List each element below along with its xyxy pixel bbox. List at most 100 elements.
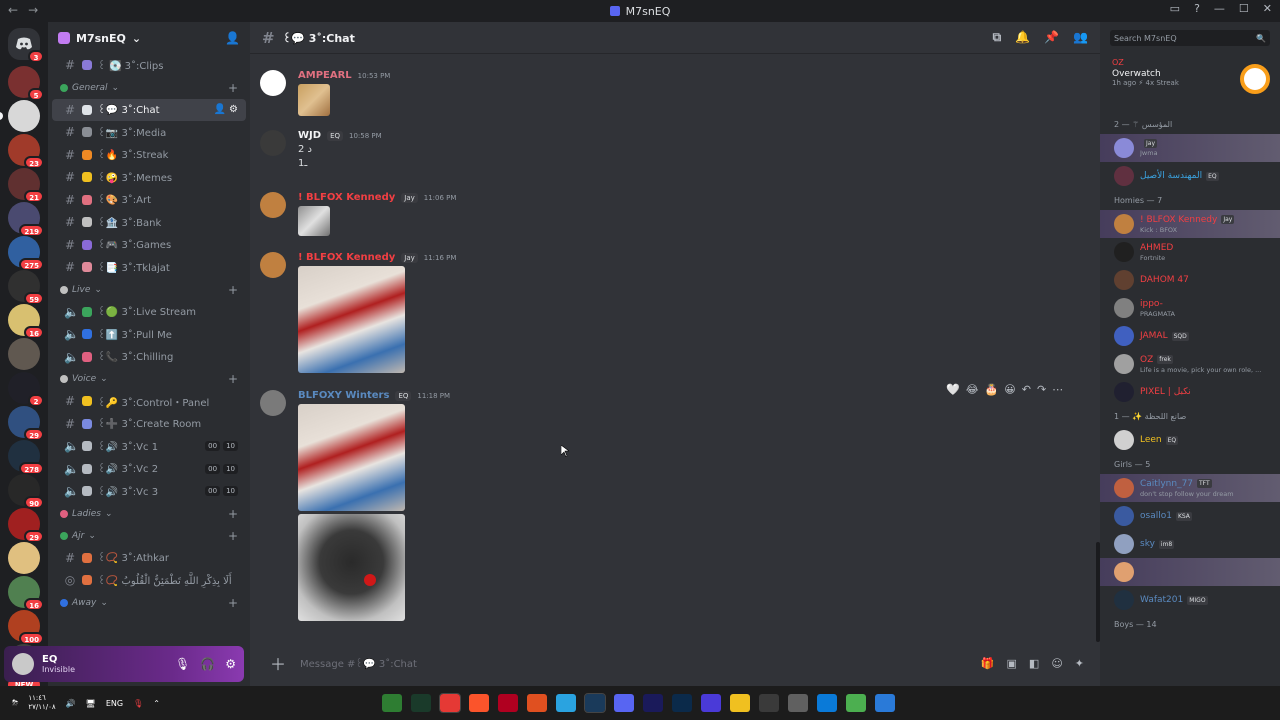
taskbar-app-icon[interactable] xyxy=(584,693,606,713)
channel-item[interactable]: # ꒰🎮 3˚:Games xyxy=(52,234,246,257)
taskbar-app-icon[interactable] xyxy=(498,694,518,712)
member-item[interactable]: Wafat201 MIGO xyxy=(1100,586,1280,614)
channel-item[interactable]: ◎ ꒰📿 أَلَا بِذِكْرِ اللَّهِ تَطْمَئِنُّ ا… xyxy=(52,569,246,592)
channel-item[interactable]: # ꒰📑 3˚:Tklajat xyxy=(52,256,246,279)
minimize-icon[interactable]: — xyxy=(1214,2,1225,15)
plus-icon[interactable]: ＋ xyxy=(270,651,286,675)
gif-icon[interactable]: ▣ xyxy=(1007,657,1017,670)
channel-item[interactable]: # ꒰ 💽 3˚:Clips xyxy=(52,54,246,77)
add-member-icon[interactable]: 👤 xyxy=(225,31,240,45)
create-channel-icon[interactable]: + xyxy=(228,81,238,95)
server-icon[interactable] xyxy=(8,338,40,370)
gift-icon[interactable]: 🎁 xyxy=(981,657,995,670)
channel-item[interactable]: # ꒰📷 3˚:Media xyxy=(52,121,246,144)
gear-icon[interactable]: ⚙ xyxy=(225,657,236,671)
taskbar-app-icon[interactable] xyxy=(672,694,692,712)
taskbar-app-icon[interactable] xyxy=(527,694,547,712)
add-reaction-icon[interactable]: 😀 xyxy=(1004,383,1015,396)
channel-item[interactable]: # ꒰🔥 3˚:Streak xyxy=(52,144,246,167)
server-icon[interactable]: 2 xyxy=(8,372,44,407)
server-icon[interactable]: 275 xyxy=(8,236,44,271)
channel-item[interactable]: # ꒰🏦 3˚:Bank xyxy=(52,211,246,234)
attachment-image[interactable] xyxy=(298,84,330,116)
server-header[interactable]: M7snEQ ⌄ 👤 xyxy=(48,22,250,54)
channel-item[interactable]: # ꒰🎨 3˚:Art xyxy=(52,189,246,212)
emoji-icon[interactable]: ☺ xyxy=(1051,657,1062,670)
author-name[interactable]: ! BLFOX Kennedy xyxy=(298,192,395,203)
server-icon[interactable] xyxy=(8,542,40,574)
avatar[interactable] xyxy=(260,390,286,416)
channel-item[interactable]: # ꒰🔑 3˚:Control・Panel xyxy=(52,390,246,413)
chevron-up-icon[interactable]: ⌃ xyxy=(153,699,160,708)
threads-icon[interactable]: ⧉ xyxy=(993,30,1002,45)
category-ladies[interactable]: Ladies ⌄ + xyxy=(48,503,250,525)
member-item[interactable]: Leen EQ xyxy=(1100,426,1280,454)
channel-item[interactable]: # ꒰➕ 3˚:Create Room xyxy=(52,413,246,436)
server-icon[interactable] xyxy=(0,100,40,132)
server-icon[interactable]: 90 xyxy=(8,474,44,509)
attachment-image[interactable] xyxy=(298,404,405,511)
author-name[interactable]: ! BLFOX Kennedy xyxy=(298,252,395,263)
server-icon[interactable]: 16 xyxy=(8,304,44,339)
channel-item[interactable]: 🔈 ꒰🔊 3˚:Vc 1 00 10 xyxy=(52,435,246,458)
member-item[interactable]: OZ frek Life is a movie, pick your own rol… xyxy=(1100,350,1280,378)
create-channel-icon[interactable]: + xyxy=(228,507,238,521)
taskbar-app-icon[interactable] xyxy=(614,694,634,712)
search-input[interactable]: Search M7snEQ 🔍 xyxy=(1110,30,1270,46)
taskbar-app-icon[interactable] xyxy=(556,694,576,712)
back-arrow-icon[interactable]: ← xyxy=(8,3,18,17)
taskbar-app-icon[interactable] xyxy=(411,694,431,712)
language-indicator[interactable]: ENG xyxy=(106,699,123,708)
taskbar-app-icon[interactable] xyxy=(846,694,866,712)
channel-item[interactable]: # ꒰💬 3˚:Chat 👤 ⚙ xyxy=(52,98,246,121)
taskbar-app-icon[interactable] xyxy=(759,694,779,712)
avatar[interactable] xyxy=(12,653,34,675)
member-item[interactable]: AHMED Fortnite xyxy=(1100,238,1280,266)
taskbar-app-icon[interactable] xyxy=(788,694,808,712)
help-icon[interactable]: ? xyxy=(1194,2,1200,15)
heart-icon[interactable]: 🤍 xyxy=(946,383,960,396)
server-icon[interactable]: 16 xyxy=(8,576,44,611)
create-channel-icon[interactable]: + xyxy=(228,529,238,543)
author-name[interactable]: WJD xyxy=(298,130,321,141)
member-item[interactable]: PIXEL | نكبل xyxy=(1100,378,1280,406)
apps-icon[interactable]: ✦ xyxy=(1075,657,1084,670)
pin-icon[interactable]: 📌 xyxy=(1044,30,1059,45)
member-item[interactable]: ippo- PRAGMATA xyxy=(1100,294,1280,322)
members-icon[interactable]: 👥 xyxy=(1073,30,1088,45)
sticker-icon[interactable]: ◧ xyxy=(1029,657,1039,670)
channel-item[interactable]: 🔈 ꒰⬆️ 3˚:Pull Me xyxy=(52,323,246,346)
bell-icon[interactable]: 🔔 xyxy=(1015,30,1030,45)
taskbar-app-icon[interactable] xyxy=(439,693,461,713)
member-item[interactable]: Caitlynn_77 TFT don't stop follow your dre… xyxy=(1100,474,1280,502)
gear-icon[interactable]: ⚙ xyxy=(229,104,238,115)
create-channel-icon[interactable]: + xyxy=(228,596,238,610)
server-icon[interactable]: 23 xyxy=(8,134,44,169)
author-name[interactable]: BLFOXY Winters xyxy=(298,390,389,401)
category-live[interactable]: Live ⌄ + xyxy=(48,279,250,301)
channel-item[interactable]: # ꒰📿 3˚:Athkar xyxy=(52,547,246,570)
server-icon[interactable]: 29 xyxy=(8,406,44,441)
avatar[interactable] xyxy=(260,70,286,96)
taskbar-app-icon[interactable] xyxy=(875,694,895,712)
taskbar-app-icon[interactable] xyxy=(643,694,663,712)
forward-icon[interactable]: ↷ xyxy=(1037,383,1046,396)
microphone-icon[interactable]: 🎙 xyxy=(175,657,190,671)
attachment-image[interactable] xyxy=(298,206,330,236)
member-item[interactable]: osallo1 KSA xyxy=(1100,502,1280,530)
taskbar-app-icon[interactable] xyxy=(701,694,721,712)
category-away[interactable]: Away ⌄ + xyxy=(48,592,250,614)
discord-home-icon[interactable]: 3 xyxy=(8,28,44,63)
server-icon[interactable]: 5 xyxy=(8,66,44,101)
network-icon[interactable]: 🖥 xyxy=(86,699,96,708)
server-icon[interactable]: 100 xyxy=(8,610,44,645)
server-icon[interactable]: 278 xyxy=(8,440,44,475)
message-input[interactable]: Message #꒰💬 3˚:Chat xyxy=(300,657,417,670)
laugh-emoji-icon[interactable]: 😂 xyxy=(966,383,979,396)
member-item[interactable]: JAMAL SQD xyxy=(1100,322,1280,350)
channel-item[interactable]: 🔈 ꒰🔊 3˚:Vc 2 00 10 xyxy=(52,458,246,481)
taskbar-app-icon[interactable] xyxy=(817,694,837,712)
server-icon[interactable]: 219 xyxy=(8,202,44,237)
more-icon[interactable]: ⋯ xyxy=(1052,383,1063,396)
forward-arrow-icon[interactable]: → xyxy=(28,3,38,17)
